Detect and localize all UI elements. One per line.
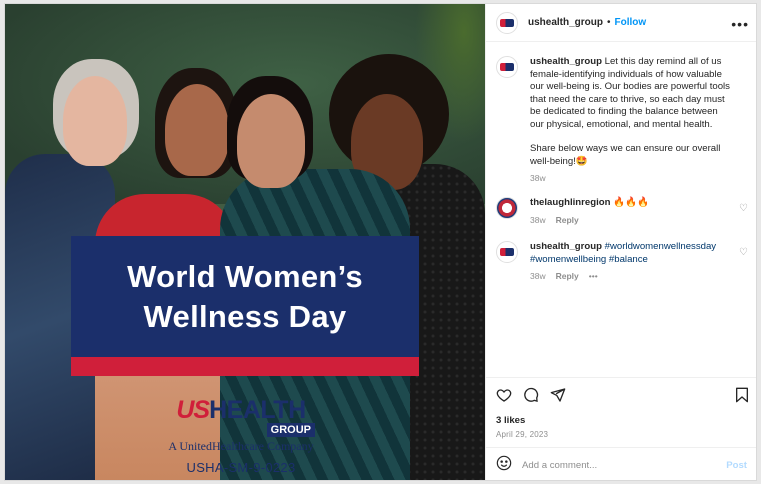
- comment-time[interactable]: 38w: [530, 270, 546, 283]
- wellness-day-banner: World Women’s Wellness Day: [71, 236, 419, 357]
- comment: ushealth_group #worldwomenwellnessday #w…: [496, 241, 751, 283]
- post-actions: 3 likes April 29, 2023: [486, 377, 756, 447]
- bookmark-icon[interactable]: [735, 387, 749, 403]
- reply-button[interactable]: Reply: [556, 214, 579, 227]
- caption: ushealth_group Let this day remind all o…: [496, 56, 751, 185]
- ushealth-logo: US HEALTH GROUP A UnitedHealthcare Compa…: [165, 396, 317, 480]
- comment-text: 🔥🔥🔥: [613, 197, 649, 208]
- comment-time[interactable]: 38w: [530, 214, 546, 227]
- separator-dot: •: [607, 17, 611, 28]
- emoji-icon[interactable]: [496, 455, 512, 476]
- post-header: ushealth_group • Follow •••: [486, 4, 756, 42]
- add-comment-input[interactable]: [522, 459, 712, 471]
- post-button[interactable]: Post: [726, 460, 747, 471]
- banner-line-2: Wellness Day: [143, 298, 347, 334]
- caption-username[interactable]: ushealth_group: [530, 56, 602, 67]
- like-heart-icon[interactable]: [496, 387, 512, 403]
- banner-red-stripe: [71, 357, 419, 376]
- like-comment-heart-icon[interactable]: ♡: [739, 203, 749, 214]
- ushealth-logo-icon: [500, 248, 514, 256]
- post-image[interactable]: World Women’s Wellness Day US HEALTH GRO…: [5, 4, 485, 480]
- ushealth-logo-icon: [500, 18, 514, 27]
- avatar[interactable]: [496, 56, 518, 78]
- caption-time[interactable]: 38w: [530, 172, 546, 185]
- add-comment-bar: Post: [486, 447, 756, 480]
- follow-button[interactable]: Follow: [615, 17, 647, 28]
- woman-3-face: [237, 94, 305, 188]
- avatar[interactable]: [496, 241, 518, 263]
- action-icons: [496, 387, 566, 403]
- logo-subtitle: A UnitedHealthcare Company: [168, 439, 314, 453]
- likes-count[interactable]: 3 likes: [496, 415, 525, 426]
- comment-username[interactable]: ushealth_group: [530, 241, 602, 252]
- caption-meta: 38w: [530, 172, 733, 185]
- avatar[interactable]: [496, 11, 518, 34]
- like-comment-heart-icon[interactable]: ♡: [739, 247, 749, 258]
- logo-group: GROUP: [266, 423, 315, 437]
- logo-health: HEALTH: [209, 396, 306, 424]
- caption-body: ushealth_group Let this day remind all o…: [530, 56, 751, 185]
- woman-1-face: [63, 76, 127, 166]
- avatar[interactable]: [496, 197, 518, 219]
- share-paper-plane-icon[interactable]: [550, 387, 566, 403]
- header-username[interactable]: ushealth_group: [528, 17, 603, 28]
- compliance-code: USHA-SM-9-0223: [186, 460, 296, 475]
- comment-username[interactable]: thelaughlinregion: [530, 197, 610, 208]
- caption-text: Let this day remind all of us female-ide…: [530, 56, 730, 130]
- post-date[interactable]: April 29, 2023: [496, 430, 548, 439]
- comment-body: thelaughlinregion 🔥🔥🔥 38w Reply: [530, 197, 751, 226]
- comment-more-icon[interactable]: •••: [589, 270, 598, 283]
- more-options-icon[interactable]: •••: [731, 16, 749, 32]
- logo-wordmark: US HEALTH: [176, 396, 306, 425]
- comment-meta: 38w Reply •••: [530, 270, 733, 283]
- comment-bubble-icon[interactable]: [523, 387, 539, 403]
- reply-button[interactable]: Reply: [556, 270, 579, 283]
- comment-meta: 38w Reply: [530, 214, 733, 227]
- woman-2-face: [165, 84, 229, 176]
- caption-text-2: Share below ways we can ensure our overa…: [530, 143, 721, 167]
- comment: thelaughlinregion 🔥🔥🔥 38w Reply ♡: [496, 197, 751, 226]
- ushealth-logo-icon: [500, 63, 514, 71]
- logo-us: US: [176, 396, 210, 424]
- post-window: World Women’s Wellness Day US HEALTH GRO…: [4, 3, 757, 481]
- comments-list[interactable]: ushealth_group Let this day remind all o…: [486, 42, 756, 377]
- banner-line-1: World Women’s: [127, 258, 363, 294]
- comment-body: ushealth_group #worldwomenwellnessday #w…: [530, 241, 751, 283]
- post-side-panel: ushealth_group • Follow ••• ushealth_gro…: [485, 4, 756, 480]
